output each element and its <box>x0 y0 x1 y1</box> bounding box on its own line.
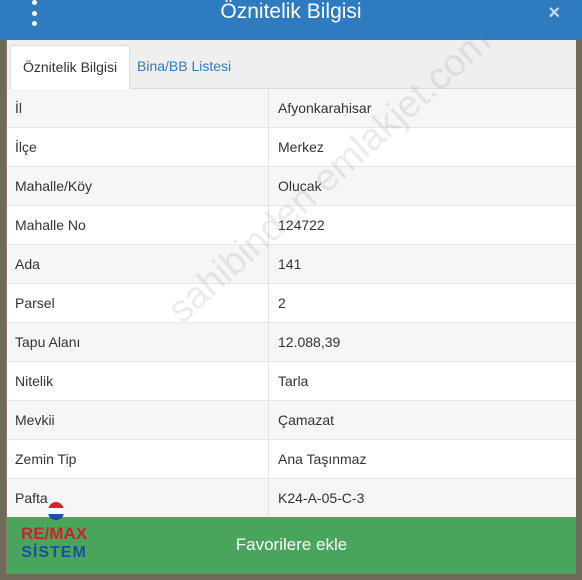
row-value: 2 <box>278 295 286 311</box>
modal-header: Öznitelik Bilgisi × <box>0 0 582 40</box>
table-row: İlçe Merkez <box>7 128 576 167</box>
table-row: Tapu Alanı 12.088,39 <box>7 323 576 362</box>
map-background-left <box>0 0 6 580</box>
row-key: Zemin Tip <box>15 451 77 467</box>
row-key: Tapu Alanı <box>15 334 81 350</box>
row-key: İl <box>15 100 22 116</box>
close-icon[interactable]: × <box>548 2 560 25</box>
logo-text-remax: RE/MAX <box>20 524 88 543</box>
row-key: İlçe <box>15 139 37 155</box>
remax-logo: RE/MAX SİSTEM <box>10 502 98 564</box>
table-row: Mahalle No 124722 <box>7 206 576 245</box>
row-value: 141 <box>278 256 302 272</box>
map-background-bottom <box>0 574 582 580</box>
row-value: Çamazat <box>278 412 335 428</box>
tab-bina-bb-listesi[interactable]: Bina/BB Listesi <box>125 45 243 88</box>
row-key: Mevkii <box>15 412 55 428</box>
balloon-icon <box>48 502 64 520</box>
table-row: Mahalle/Köy Olucak <box>7 167 576 206</box>
row-value: 12.088,39 <box>278 334 341 350</box>
map-background-right <box>576 0 582 580</box>
row-key: Parsel <box>15 295 55 311</box>
table-row: Mevkii Çamazat <box>7 401 576 440</box>
row-key: Mahalle/Köy <box>15 178 93 194</box>
table-row: İl Afyonkarahisar <box>7 89 576 128</box>
table-row: Nitelik Tarla <box>7 362 576 401</box>
tab-bar: Öznitelik Bilgisi Bina/BB Listesi <box>7 40 576 89</box>
tab-oznitelik-bilgisi[interactable]: Öznitelik Bilgisi <box>10 45 131 89</box>
row-value: 124722 <box>278 217 325 233</box>
table-row: Zemin Tip Ana Taşınmaz <box>7 440 576 479</box>
row-value: Tarla <box>278 373 309 389</box>
row-key: Mahalle No <box>15 217 86 233</box>
row-value: K24-A-05-C-3 <box>278 490 365 506</box>
row-value: Olucak <box>278 178 322 194</box>
row-key: Nitelik <box>15 373 54 389</box>
modal-body: Öznitelik Bilgisi Bina/BB Listesi İl Afyo… <box>7 40 576 518</box>
row-key: Ada <box>15 256 40 272</box>
logo-text-sistem: SİSTEM <box>21 544 87 561</box>
table-row: Parsel 2 <box>7 284 576 323</box>
row-value: Afyonkarahisar <box>278 100 372 116</box>
row-value: Ana Taşınmaz <box>278 451 367 467</box>
attribute-table: İl Afyonkarahisar İlçe Merkez Mahalle/Köy O… <box>7 89 576 518</box>
row-value: Merkez <box>278 139 324 155</box>
modal-title: Öznitelik Bilgisi <box>220 0 362 23</box>
table-row: Ada 141 <box>7 245 576 284</box>
